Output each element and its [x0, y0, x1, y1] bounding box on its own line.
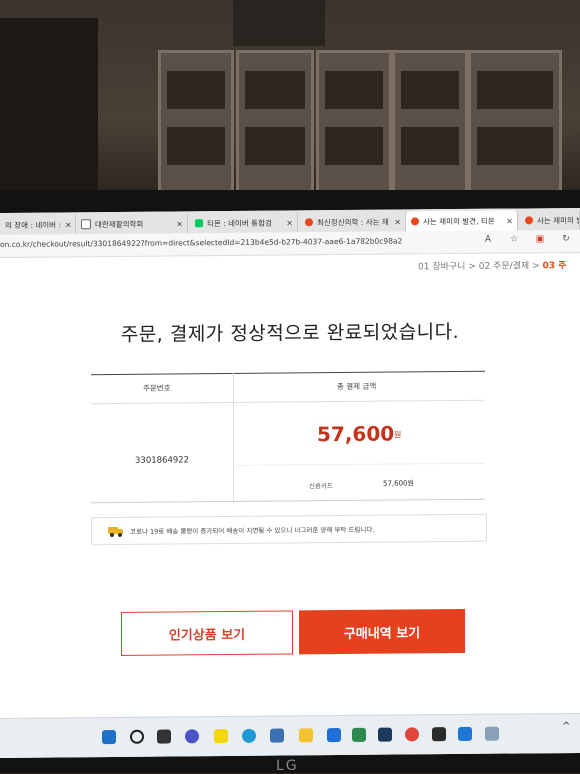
- tab-label: 대한재활의학회: [95, 219, 144, 229]
- app-icon[interactable]: [352, 727, 366, 742]
- bookshelf: [392, 50, 468, 200]
- naver-icon: [195, 219, 203, 228]
- payment-amount: 57,600원: [383, 479, 414, 488]
- app-icon[interactable]: [270, 728, 284, 743]
- step-cart: 01 장바구니: [418, 261, 466, 273]
- tab-label: 사는 재미의 발견, 티몬: [423, 216, 495, 226]
- bulletin-board: [233, 0, 325, 46]
- favorite-icon[interactable]: ☆: [508, 234, 520, 244]
- close-icon[interactable]: ×: [176, 219, 183, 228]
- truck-icon: [108, 526, 124, 537]
- kakaotalk-icon[interactable]: [214, 729, 228, 744]
- red-circle-icon: [411, 217, 419, 226]
- tab-label: 의 장애 : 네이버 :: [5, 219, 61, 230]
- edge-icon[interactable]: [242, 728, 256, 743]
- checkout-steps: 01 장바구니 > 02 주문/결제 > 03 주: [418, 258, 566, 272]
- app-icon[interactable]: [432, 727, 446, 742]
- page-icon: [81, 219, 91, 230]
- chrome-icon[interactable]: [405, 727, 419, 742]
- close-icon[interactable]: ×: [286, 218, 293, 227]
- step-complete: 03 주: [542, 261, 567, 272]
- bookshelf: [158, 50, 234, 200]
- bookshelf: [316, 50, 392, 200]
- extension-icon[interactable]: ▣: [534, 234, 546, 244]
- delivery-notice: 코로나 19로 배송 물량이 증가되어 배송이 지연될 수 있으니 너그러운 양…: [91, 513, 487, 546]
- step-payment: 02 주문/결제: [478, 261, 530, 272]
- read-aloud-icon[interactable]: A: [482, 235, 494, 245]
- taskbar: ^: [0, 712, 580, 758]
- amount-unit: 원: [394, 430, 402, 440]
- search-icon[interactable]: [130, 729, 144, 744]
- order-number-header: 주문번호: [143, 383, 171, 393]
- url-text[interactable]: on.co.kr/checkout/result/3301864922?from…: [0, 236, 402, 249]
- app-icon[interactable]: [378, 727, 392, 742]
- popular-products-button[interactable]: 인기상품 보기: [121, 610, 293, 656]
- close-icon[interactable]: ×: [506, 216, 513, 225]
- monitor-logo: LG: [276, 758, 299, 774]
- app-icon[interactable]: [458, 726, 472, 742]
- page-title: 주문, 결제가 정상적으로 완료되었습니다.: [120, 320, 460, 346]
- order-summary-table: 주문번호 총 결제 금액 3301864922 57,600 원 신용카드 57…: [91, 370, 485, 504]
- screen: 의 장애 : 네이버 : × 대한재활의학회 × 티몬 : 네이버 통합검 × …: [0, 207, 580, 758]
- step-separator: >: [532, 261, 540, 272]
- tab-3[interactable]: 최신정신의학 : 사는 재 ×: [300, 211, 406, 233]
- toolbar: A ☆ ▣ ↻: [482, 234, 572, 245]
- tab-0[interactable]: 의 장애 : 네이버 : ×: [0, 214, 76, 235]
- tab-label: 사는 재미의 발견, 티: [537, 215, 580, 225]
- chevron-up-icon[interactable]: ^: [562, 721, 570, 732]
- order-number: 3301864922: [135, 455, 190, 466]
- tab-label: 최신정신의학 : 사는 재: [317, 217, 389, 227]
- total-amount: 57,600: [317, 421, 395, 447]
- total-amount-header: 총 결제 금액: [337, 381, 377, 392]
- close-icon[interactable]: ×: [394, 217, 401, 226]
- close-icon[interactable]: ×: [65, 220, 72, 229]
- door: [0, 18, 98, 200]
- refresh-icon[interactable]: ↻: [560, 234, 572, 244]
- address-bar[interactable]: on.co.kr/checkout/result/3301864922?from…: [0, 229, 580, 258]
- task-view-icon[interactable]: [157, 729, 171, 744]
- tab-4-active[interactable]: 사는 재미의 발견, 티몬 ×: [406, 210, 518, 232]
- step-separator: >: [468, 261, 476, 272]
- bookshelf: [468, 50, 562, 200]
- tab-1[interactable]: 대한재활의학회 ×: [76, 213, 188, 235]
- file-explorer-icon[interactable]: [299, 728, 313, 743]
- purchase-history-button[interactable]: 구매내역 보기: [299, 608, 465, 655]
- app-icon[interactable]: [485, 726, 499, 741]
- red-circle-icon: [525, 216, 533, 225]
- payment-method: 신용카드: [309, 482, 333, 491]
- red-circle-icon: [305, 218, 313, 227]
- tab-5[interactable]: 사는 재미의 발견, 티: [520, 209, 580, 231]
- tab-2[interactable]: 티몬 : 네이버 통합검 ×: [190, 212, 298, 234]
- room-background: [0, 0, 580, 200]
- chat-icon[interactable]: [185, 729, 199, 744]
- bookshelf: [236, 50, 314, 200]
- start-icon[interactable]: [102, 729, 116, 745]
- delivery-notice-text: 코로나 19로 배송 물량이 증가되어 배송이 지연될 수 있으니 너그러운 양…: [130, 525, 375, 536]
- mail-icon[interactable]: [327, 728, 341, 743]
- tab-label: 티몬 : 네이버 통합검: [207, 218, 272, 228]
